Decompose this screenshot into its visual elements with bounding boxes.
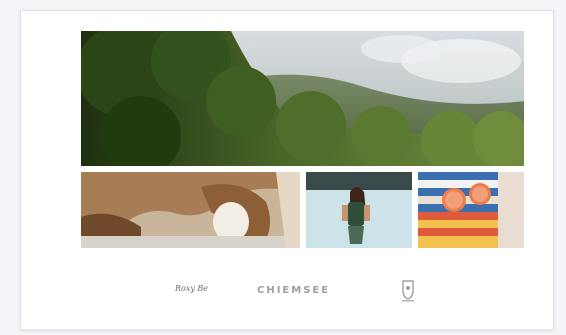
beach-person-image: [306, 172, 412, 248]
forest-landscape-image: [81, 31, 524, 166]
rock-cave-image: [81, 172, 300, 248]
thumbnail-beach-person[interactable]: [306, 172, 412, 248]
gallery-card: Roxy Be CHIEMSEE: [20, 10, 554, 330]
hero-image-forest[interactable]: [81, 31, 524, 166]
brand-logo-roxy[interactable]: Roxy Be: [175, 284, 208, 293]
thumbnail-rock-cave[interactable]: [81, 172, 300, 248]
brand-crest-icon[interactable]: [399, 279, 417, 303]
brand-logo-chiemsee[interactable]: CHIEMSEE: [257, 285, 330, 296]
brand-logos-row: Roxy Be CHIEMSEE: [21, 279, 553, 309]
thumbnail-striped-towel-fruit[interactable]: [418, 172, 524, 248]
crest-icon: [402, 280, 414, 302]
towel-fruit-image: [418, 172, 524, 248]
